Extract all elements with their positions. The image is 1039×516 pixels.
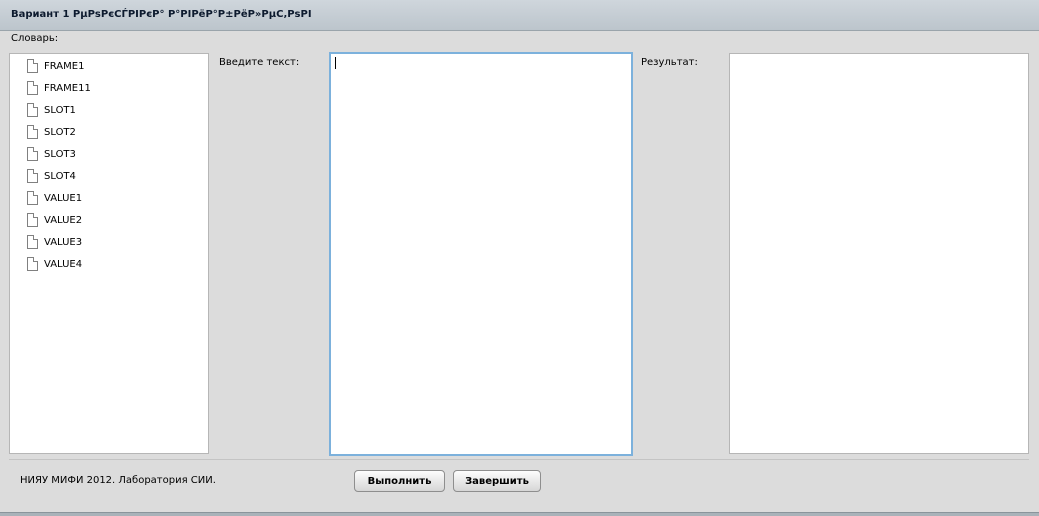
- tree-item[interactable]: SLOT3: [27, 146, 76, 162]
- tree-item-label: VALUE4: [44, 258, 83, 270]
- tree-item-label: SLOT4: [44, 170, 76, 182]
- tree-item[interactable]: VALUE3: [27, 234, 82, 250]
- text-cursor: [335, 57, 336, 69]
- result-panel: [729, 53, 1029, 454]
- file-icon: [27, 125, 38, 139]
- file-icon: [27, 169, 38, 183]
- tree-item[interactable]: FRAME11: [27, 80, 91, 96]
- tree-item[interactable]: SLOT1: [27, 102, 76, 118]
- tree-item-label: SLOT2: [44, 126, 76, 138]
- title-bar: Вариант 1 РµРѕРєСЃРІРєР° Р°РІРёР°Р±РёР»Р…: [0, 0, 1039, 31]
- input-label: Введите текст:: [219, 57, 300, 68]
- tree-item-label: SLOT3: [44, 148, 76, 160]
- text-input[interactable]: [329, 52, 633, 456]
- tree-item-label: VALUE1: [44, 192, 83, 204]
- app-window: Вариант 1 РµРѕРєСЃРІРєР° Р°РІРёР°Р±РёР»Р…: [0, 0, 1039, 513]
- tree-item-label: SLOT1: [44, 104, 76, 116]
- exit-button[interactable]: Завершить: [453, 470, 541, 492]
- file-icon: [27, 213, 38, 227]
- tree-item[interactable]: FRAME1: [27, 58, 84, 74]
- file-icon: [27, 59, 38, 73]
- tree-item-label: FRAME11: [44, 82, 91, 94]
- file-icon: [27, 257, 38, 271]
- dictionary-label: Словарь:: [11, 33, 59, 44]
- tree-item[interactable]: SLOT2: [27, 124, 76, 140]
- tree-item[interactable]: VALUE2: [27, 212, 82, 228]
- file-icon: [27, 147, 38, 161]
- tree-item[interactable]: VALUE4: [27, 256, 82, 272]
- result-label: Результат:: [641, 57, 698, 68]
- dictionary-tree[interactable]: FRAME1 FRAME11 SLOT1 SLOT2 SLOT3 SLOT4 V…: [9, 53, 209, 454]
- footer-text: НИЯУ МИФИ 2012. Лаборатория СИИ.: [20, 475, 216, 486]
- tree-item-label: VALUE2: [44, 214, 83, 226]
- tree-item[interactable]: SLOT4: [27, 168, 76, 184]
- file-icon: [27, 81, 38, 95]
- run-button[interactable]: Выполнить: [354, 470, 445, 492]
- tree-item[interactable]: VALUE1: [27, 190, 82, 206]
- window-title: Вариант 1 РµРѕРєСЃРІРєР° Р°РІРёР°Р±РёР»Р…: [11, 9, 312, 20]
- tree-item-label: VALUE3: [44, 236, 83, 248]
- file-icon: [27, 191, 38, 205]
- file-icon: [27, 235, 38, 249]
- tree-item-label: FRAME1: [44, 60, 85, 72]
- file-icon: [27, 103, 38, 117]
